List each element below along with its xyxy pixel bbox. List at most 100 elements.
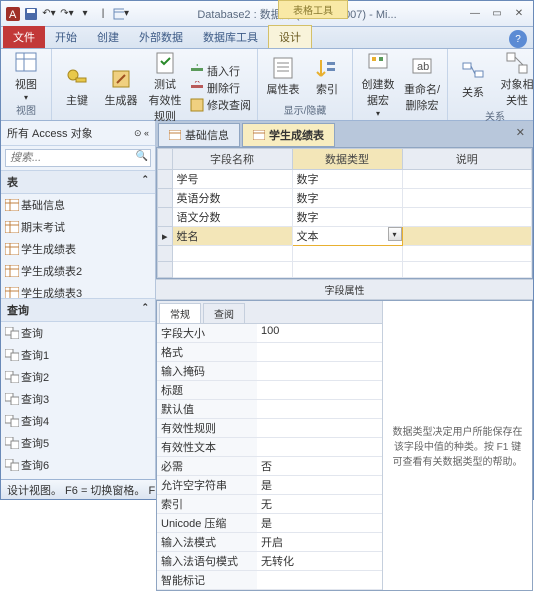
property-sheet: 常规 查阅 字段大小100格式输入掩码标题默认值有效性规则有效性文本必需否允许空… xyxy=(156,300,533,591)
titlebar: A ↶▾ ↷▾ ▾ | ▾ 表格工具 Database2 : 数据库 (Acce… xyxy=(1,1,533,27)
svg-text:ab: ab xyxy=(417,61,429,73)
minimize-icon[interactable]: — xyxy=(465,6,485,22)
svg-text:A: A xyxy=(9,9,17,21)
data-type-cell[interactable]: 数字 xyxy=(292,208,402,227)
property-row[interactable]: 输入法语句模式无转化 xyxy=(157,552,382,571)
doc-tab-1[interactable]: 基础信息 xyxy=(158,123,240,147)
nav-item-query[interactable]: 查询4 xyxy=(1,410,155,432)
indexes-button[interactable]: 索引 xyxy=(308,56,346,97)
data-type-cell[interactable]: 数字 xyxy=(292,189,402,208)
qat-more-icon[interactable]: ▾ xyxy=(77,6,93,22)
navigation-pane: 所有 Access 对象 ⊙ « 🔍 表⌃ 基础信息期末考试学生成绩表学生成绩表… xyxy=(1,121,156,479)
row-selector[interactable] xyxy=(158,170,173,189)
property-row[interactable]: 输入掩码 xyxy=(157,362,382,381)
search-icon[interactable]: 🔍 xyxy=(136,151,148,162)
nav-item-query[interactable]: 查询5 xyxy=(1,432,155,454)
delete-row-button[interactable]: ×删除行 xyxy=(190,80,251,96)
nav-item-query[interactable]: 查询6 xyxy=(1,454,155,476)
tab-home[interactable]: 开始 xyxy=(45,26,87,48)
row-selector[interactable] xyxy=(158,208,173,227)
property-row[interactable]: 必需否 xyxy=(157,457,382,476)
primary-key-button[interactable]: 主键 xyxy=(58,67,96,108)
save-icon[interactable] xyxy=(23,6,39,22)
nav-dropdown-icon[interactable]: ⊙ « xyxy=(134,128,149,139)
col-data-type[interactable]: 数据类型 xyxy=(292,149,402,170)
row-header-corner[interactable] xyxy=(158,149,173,170)
relationships-button[interactable]: 关系 xyxy=(454,59,492,100)
prop-tab-general[interactable]: 常规 xyxy=(159,303,201,323)
nav-item-query[interactable]: 查询3 xyxy=(1,388,155,410)
close-icon[interactable]: ✕ xyxy=(509,6,529,22)
property-row[interactable]: 默认值 xyxy=(157,400,382,419)
quick-access-toolbar: A ↶▾ ↷▾ ▾ | ▾ xyxy=(5,6,129,22)
nav-item-table[interactable]: 学生成绩表2 xyxy=(1,260,155,282)
modify-lookup-button[interactable]: 修改查阅 xyxy=(190,97,251,113)
field-name-cell[interactable]: 姓名 xyxy=(172,227,292,246)
design-grid: 字段名称 数据类型 说明 学号数字英语分数数字语文分数数字 ▸姓名文本▾ xyxy=(156,147,533,279)
property-row[interactable]: 有效性规则 xyxy=(157,419,382,438)
restore-icon[interactable]: ▭ xyxy=(487,6,507,22)
property-row[interactable]: 有效性文本 xyxy=(157,438,382,457)
nav-item-table[interactable]: 学生成绩表3 xyxy=(1,282,155,298)
property-sheet-button[interactable]: 属性表 xyxy=(264,56,302,97)
desc-cell[interactable] xyxy=(402,227,531,246)
property-row[interactable]: 格式 xyxy=(157,343,382,362)
view-button[interactable]: 视图▾ xyxy=(7,51,45,102)
insert-row-button[interactable]: +插入行 xyxy=(190,63,251,79)
nav-section-tables[interactable]: 表⌃ xyxy=(1,170,155,194)
property-row[interactable]: 字段大小100 xyxy=(157,324,382,343)
tab-file[interactable]: 文件 xyxy=(3,26,45,48)
row-selector[interactable]: ▸ xyxy=(158,227,173,246)
nav-item-query[interactable]: 查询2 xyxy=(1,366,155,388)
qat-view-icon[interactable]: ▾ xyxy=(113,6,129,22)
property-row[interactable]: Unicode 压缩是 xyxy=(157,514,382,533)
doc-tab-2[interactable]: 学生成绩表 xyxy=(242,123,335,147)
rename-macro-button[interactable]: ab重命名/ 删除宏 xyxy=(403,56,441,113)
svg-text:×: × xyxy=(194,81,200,87)
prop-tab-lookup[interactable]: 查阅 xyxy=(203,303,245,323)
row-selector[interactable] xyxy=(158,189,173,208)
tab-external[interactable]: 外部数据 xyxy=(129,26,193,48)
nav-item-table[interactable]: 学生成绩表 xyxy=(1,238,155,260)
undo-icon[interactable]: ↶▾ xyxy=(41,6,57,22)
dropdown-icon[interactable]: ▾ xyxy=(388,227,402,241)
help-icon[interactable]: ? xyxy=(509,30,527,48)
data-type-cell[interactable]: 文本▾ xyxy=(292,227,402,246)
property-row[interactable]: 输入法模式开启 xyxy=(157,533,382,552)
col-field-name[interactable]: 字段名称 xyxy=(172,149,292,170)
property-row[interactable]: 标题 xyxy=(157,381,382,400)
desc-cell[interactable] xyxy=(402,208,531,227)
field-name-cell[interactable]: 英语分数 xyxy=(172,189,292,208)
search-input[interactable] xyxy=(5,149,151,167)
nav-header[interactable]: 所有 Access 对象 ⊙ « xyxy=(1,121,155,146)
field-props-label: 字段属性 xyxy=(156,279,533,300)
tab-create[interactable]: 创建 xyxy=(87,26,129,48)
nav-item-query[interactable]: 查询1 xyxy=(1,344,155,366)
object-deps-button[interactable]: 对象相关性 xyxy=(498,51,534,108)
test-rule-button[interactable]: 测试 有效性规则 xyxy=(146,51,184,124)
nav-item-query[interactable]: 平均值 xyxy=(1,476,155,479)
tab-dbtools[interactable]: 数据库工具 xyxy=(193,26,268,48)
nav-section-queries[interactable]: 查询⌃ xyxy=(1,298,155,322)
col-description[interactable]: 说明 xyxy=(402,149,531,170)
ribbon-group-show: 显示/隐藏 xyxy=(264,102,346,118)
property-row[interactable]: 智能标记 xyxy=(157,571,382,590)
tab-design[interactable]: 设计 xyxy=(268,25,312,48)
nav-item-table[interactable]: 期末考试 xyxy=(1,216,155,238)
nav-item-table[interactable]: 基础信息 xyxy=(1,194,155,216)
builder-button[interactable]: 生成器 xyxy=(102,67,140,108)
field-name-cell[interactable]: 语文分数 xyxy=(172,208,292,227)
property-row[interactable]: 允许空字符串是 xyxy=(157,476,382,495)
collapse-icon[interactable]: ⌃ xyxy=(141,174,149,190)
doc-close-icon[interactable]: ✕ xyxy=(508,123,533,147)
redo-icon[interactable]: ↷▾ xyxy=(59,6,75,22)
desc-cell[interactable] xyxy=(402,189,531,208)
nav-item-query[interactable]: 查询 xyxy=(1,322,155,344)
property-row[interactable]: 索引无 xyxy=(157,495,382,514)
data-type-cell[interactable]: 数字 xyxy=(292,170,402,189)
desc-cell[interactable] xyxy=(402,170,531,189)
ribbon-tabs: 文件 开始 创建 外部数据 数据库工具 设计 ? xyxy=(1,27,533,49)
create-macro-button[interactable]: 创建数据宏▾ xyxy=(359,51,397,118)
field-name-cell[interactable]: 学号 xyxy=(172,170,292,189)
collapse-icon[interactable]: ⌃ xyxy=(141,302,149,318)
